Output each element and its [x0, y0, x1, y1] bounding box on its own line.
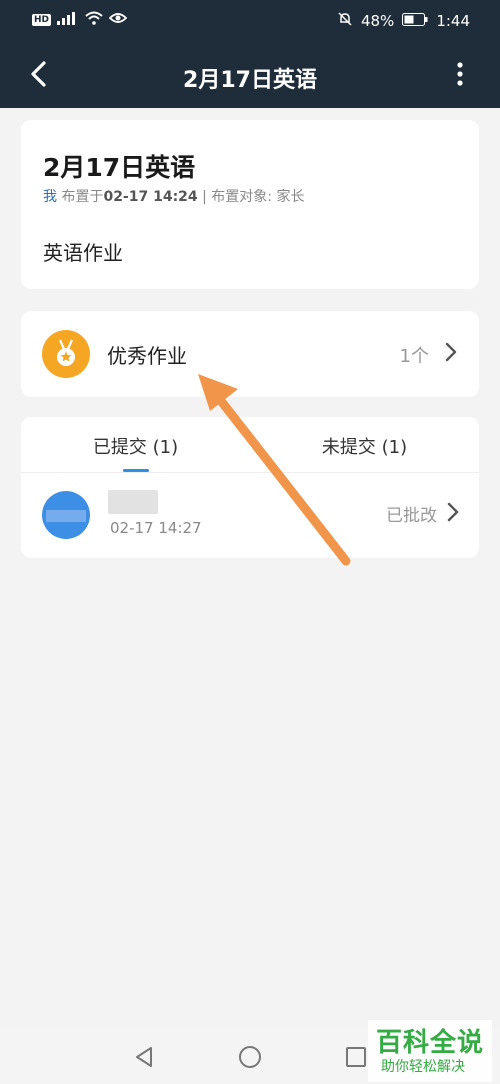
square-recents-icon	[346, 1047, 366, 1067]
chevron-right-icon	[447, 502, 459, 526]
signal-icon	[57, 11, 79, 29]
eye-icon	[108, 11, 128, 29]
watermark: 百科全说 助你轻松解决	[368, 1020, 492, 1082]
page-title: 2月17日英语	[183, 68, 317, 93]
assigned-time: 02-17 14:24	[103, 189, 198, 205]
wifi-icon	[85, 11, 103, 29]
circle-home-icon	[239, 1046, 261, 1068]
more-menu-button[interactable]	[442, 56, 478, 92]
submission-time: 02-17 14:27	[110, 519, 202, 537]
submission-tabs: 已提交 (1) 未提交 (1)	[21, 417, 479, 473]
clock: 1:44	[436, 12, 470, 30]
watermark-subtitle: 助你轻松解决	[381, 1059, 465, 1075]
submission-row[interactable]: 02-17 14:27 已批改	[21, 474, 479, 558]
chevron-right-icon	[445, 342, 457, 366]
mute-bell-icon	[337, 11, 353, 31]
status-bar: HD 48% 1:44	[0, 0, 500, 42]
excellent-homework-label: 优秀作业	[107, 344, 187, 368]
triangle-back-icon	[136, 1047, 152, 1067]
excellent-homework-row[interactable]: 优秀作业 1个	[21, 311, 479, 397]
excellent-homework-count: 1个	[399, 346, 429, 367]
system-home-button[interactable]	[236, 1043, 264, 1071]
tab-not-submitted[interactable]: 未提交 (1)	[250, 433, 479, 459]
submissions-card: 已提交 (1) 未提交 (1) 02-17 14:27 已批改	[21, 417, 479, 558]
battery-icon	[402, 12, 428, 30]
meta-separator: |	[202, 189, 207, 205]
student-name-blurred	[108, 490, 158, 514]
tab-submitted[interactable]: 已提交 (1)	[21, 433, 250, 459]
nav-bar: 2月17日英语	[0, 42, 500, 108]
system-back-button[interactable]	[130, 1043, 158, 1071]
hd-badge: HD	[32, 14, 52, 26]
assignment-title: 2月17日英语	[43, 153, 196, 182]
more-vertical-icon	[457, 62, 463, 86]
watermark-title: 百科全说	[376, 1028, 485, 1058]
assignment-content: 英语作业	[43, 241, 123, 265]
system-recents-button[interactable]	[342, 1043, 370, 1071]
battery-percent: 48%	[360, 12, 395, 30]
avatar-blur	[46, 510, 86, 522]
submission-status: 已批改	[386, 506, 437, 526]
target-label: 布置对象:	[211, 189, 273, 205]
assignment-card: 2月17日英语 我 布置于02-17 14:24 | 布置对象: 家长 英语作业	[21, 120, 479, 289]
avatar	[42, 491, 90, 539]
assignment-meta: 我 布置于02-17 14:24 | 布置对象: 家长	[43, 186, 304, 206]
status-right: 48% 1:44	[337, 11, 470, 31]
status-left: HD	[32, 11, 128, 29]
active-tab-indicator	[123, 469, 149, 472]
target-value: 家长	[276, 189, 305, 205]
assigned-prefix: 布置于	[61, 189, 104, 205]
author-link[interactable]: 我	[43, 189, 57, 205]
medal-icon	[42, 330, 90, 378]
